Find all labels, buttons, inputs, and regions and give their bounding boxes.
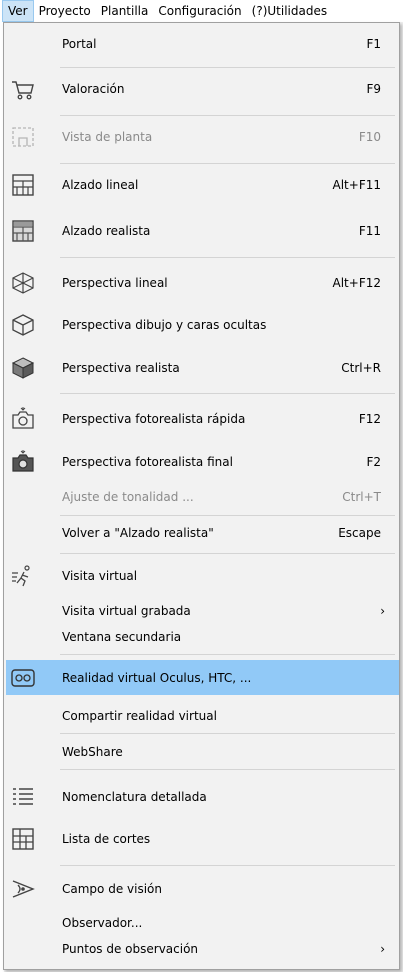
elevation-realistic-icon <box>10 218 36 244</box>
menu-item-visita-virtual[interactable]: Visita virtual <box>6 561 399 591</box>
menu-item-label: Ajuste de tonalidad ... <box>62 490 194 504</box>
menu-item-label: Perspectiva dibujo y caras ocultas <box>62 318 267 332</box>
menu-item-label: Perspectiva lineal <box>62 276 168 290</box>
menu-item-observador[interactable]: Observador... <box>6 911 399 935</box>
menu-item-label: Compartir realidad virtual <box>62 709 217 723</box>
menu-item-alzado-lineal[interactable]: Alzado lineal Alt+F11 <box>6 169 399 201</box>
menu-item-shortcut: Escape <box>338 526 381 540</box>
floor-plan-icon <box>10 124 36 150</box>
separator <box>60 553 395 554</box>
menu-item-shortcut: Alt+F12 <box>332 276 381 290</box>
menu-item-label: Realidad virtual Oculus, HTC, ... <box>62 670 252 685</box>
cube-solid-icon <box>10 355 36 381</box>
ver-dropdown-menu: Portal F1 Valoración F9 Vista de planta … <box>3 22 400 970</box>
menu-item-shortcut: F11 <box>358 224 381 238</box>
menu-item-label: Visita virtual <box>62 569 138 583</box>
menu-item-shortcut: F2 <box>366 455 381 469</box>
menu-item-label: Vista de planta <box>62 130 153 144</box>
menu-item-perspectiva-dibujo[interactable]: Perspectiva dibujo y caras ocultas <box>6 309 399 341</box>
menu-item-label: Campo de visión <box>62 882 162 896</box>
submenu-arrow-icon: › <box>380 942 385 956</box>
cut-list-icon <box>10 826 36 852</box>
menu-item-campo-vision[interactable]: Campo de visión <box>6 873 399 905</box>
menu-item-label: Alzado lineal <box>62 178 139 192</box>
separator <box>60 654 395 655</box>
menu-item-lista-cortes[interactable]: Lista de cortes <box>6 823 399 855</box>
menu-item-ventana-secundaria[interactable]: Ventana secundaria <box>6 625 399 649</box>
elevation-line-icon <box>10 172 36 198</box>
menu-item-shortcut: F1 <box>366 37 381 51</box>
cube-outline-icon <box>10 312 36 338</box>
menu-item-shortcut: F12 <box>358 412 381 426</box>
menu-item-label: Visita virtual grabada <box>62 604 191 618</box>
menu-item-compartir-rv[interactable]: Compartir realidad virtual <box>6 703 399 729</box>
vr-headset-icon <box>10 665 36 691</box>
separator <box>60 865 395 866</box>
menu-ver[interactable]: Ver <box>2 0 34 22</box>
separator <box>60 393 395 394</box>
menu-plantilla[interactable]: Plantilla <box>96 0 154 22</box>
separator <box>60 67 395 68</box>
separator <box>60 515 395 516</box>
list-icon <box>10 784 36 810</box>
menu-configuracion[interactable]: Configuración <box>153 0 246 22</box>
menu-item-label: Volver a "Alzado realista" <box>62 526 214 540</box>
menu-item-label: Lista de cortes <box>62 832 151 846</box>
menu-item-webshare[interactable]: WebShare <box>6 739 399 765</box>
menu-item-nomenclatura[interactable]: Nomenclatura detallada <box>6 781 399 813</box>
menu-item-portal[interactable]: Portal F1 <box>6 31 399 57</box>
camera-solid-icon <box>10 449 36 475</box>
separator <box>60 769 395 770</box>
menu-utilidades[interactable]: (?)Utilidades <box>247 0 332 22</box>
menu-item-realidad-virtual[interactable]: Realidad virtual Oculus, HTC, ... <box>6 660 399 695</box>
menu-item-shortcut: Ctrl+R <box>341 361 381 375</box>
field-of-view-icon <box>10 876 36 902</box>
menu-item-shortcut: F9 <box>366 82 381 96</box>
menu-item-shortcut: Alt+F11 <box>332 178 381 192</box>
menu-item-label: Puntos de observación <box>62 942 199 956</box>
menu-item-label: WebShare <box>62 745 123 759</box>
menu-item-valoracion[interactable]: Valoración F9 <box>6 73 399 105</box>
menu-item-visita-virtual-grabada[interactable]: Visita virtual grabada › <box>6 599 399 623</box>
menu-proyecto[interactable]: Proyecto <box>34 0 96 22</box>
menu-item-label: Observador... <box>62 916 143 930</box>
cube-wireframe-icon <box>10 270 36 296</box>
menu-item-perspectiva-lineal[interactable]: Perspectiva lineal Alt+F12 <box>6 267 399 299</box>
separator <box>60 733 395 734</box>
menu-item-label: Valoración <box>62 82 125 96</box>
menu-item-ajuste-tonalidad[interactable]: Ajuste de tonalidad ... Ctrl+T <box>6 484 399 510</box>
menu-item-vista-de-planta[interactable]: Vista de planta F10 <box>6 121 399 153</box>
menu-item-fotorealista-final[interactable]: Perspectiva fotorealista final F2 <box>6 446 399 478</box>
menu-item-alzado-realista[interactable]: Alzado realista F11 <box>6 215 399 247</box>
submenu-arrow-icon: › <box>380 604 385 618</box>
menu-item-label: Alzado realista <box>62 224 151 238</box>
separator <box>60 257 395 258</box>
menu-item-shortcut: F10 <box>358 130 381 144</box>
walking-person-icon <box>10 563 36 589</box>
menu-item-label: Portal <box>62 37 97 51</box>
menu-item-label: Perspectiva fotorealista final <box>62 455 233 469</box>
menu-item-volver[interactable]: Volver a "Alzado realista" Escape <box>6 520 399 546</box>
menu-item-label: Perspectiva fotorealista rápida <box>62 412 246 426</box>
menu-bar: Ver Proyecto Plantilla Configuración (?)… <box>0 0 403 22</box>
menu-item-perspectiva-realista[interactable]: Perspectiva realista Ctrl+R <box>6 352 399 384</box>
menu-item-fotorealista-rapida[interactable]: Perspectiva fotorealista rápida F12 <box>6 403 399 435</box>
separator <box>60 115 395 116</box>
menu-item-puntos-observacion[interactable]: Puntos de observación › <box>6 937 399 961</box>
menu-item-shortcut: Ctrl+T <box>342 490 381 504</box>
camera-outline-icon <box>10 406 36 432</box>
menu-item-label: Nomenclatura detallada <box>62 790 207 804</box>
separator <box>60 163 395 164</box>
menu-item-label: Ventana secundaria <box>62 630 182 644</box>
cart-icon <box>10 76 36 102</box>
menu-item-label: Perspectiva realista <box>62 361 180 375</box>
